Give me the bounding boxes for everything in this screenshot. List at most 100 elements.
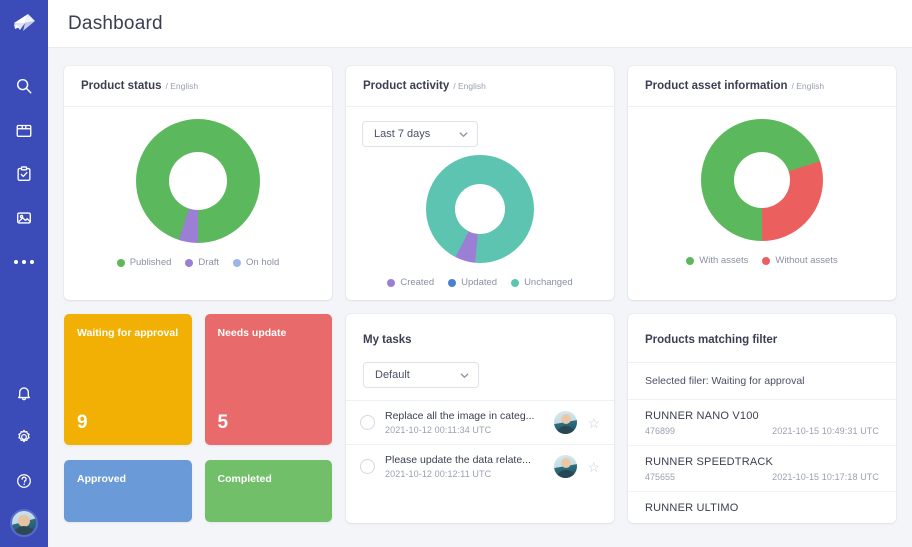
chart-legend: Published Draft On hold bbox=[76, 257, 320, 268]
legend-label: Draft bbox=[198, 257, 220, 268]
sidebar-item-help[interactable] bbox=[0, 459, 48, 503]
box-icon bbox=[16, 124, 32, 137]
tile-label: Needs update bbox=[217, 327, 287, 339]
product-date: 2021-10-15 10:49:31 UTC bbox=[772, 426, 879, 436]
avatar-head bbox=[560, 414, 571, 424]
product-meta: 475655 2021-10-15 10:17:18 UTC bbox=[645, 472, 879, 482]
task-content: Replace all the image in categ... 2021-1… bbox=[385, 410, 544, 435]
card-language-label: / English bbox=[791, 81, 825, 91]
card-title: Product asset information bbox=[645, 80, 788, 92]
tile-label: Waiting for approval bbox=[77, 327, 179, 339]
image-icon bbox=[17, 212, 31, 224]
legend-item-with-assets: With assets bbox=[686, 255, 748, 266]
product-id: 476899 bbox=[645, 426, 676, 436]
page-title: Dashboard bbox=[68, 12, 163, 34]
second-row: Waiting for approval 9 Needs update 5 Ap… bbox=[64, 314, 896, 523]
task-date: 2021-10-12 00:11:34 UTC bbox=[385, 425, 492, 435]
task-checkbox[interactable] bbox=[360, 415, 375, 430]
sidebar-item-tasks[interactable] bbox=[0, 152, 48, 196]
legend-item-draft: Draft bbox=[185, 257, 219, 268]
legend-color-swatch bbox=[387, 278, 396, 287]
donut-chart-product-assets bbox=[640, 119, 884, 241]
star-outline-icon[interactable]: ☆ bbox=[587, 416, 600, 430]
legend-item-without-assets: Without assets bbox=[762, 255, 838, 266]
product-name: RUNNER ULTIMO bbox=[645, 502, 739, 514]
sidebar-item-notifications[interactable] bbox=[0, 371, 48, 415]
product-name: RUNNER NANO V100 bbox=[645, 410, 759, 422]
date-range-value: Last 7 days bbox=[374, 128, 431, 140]
sidebar-item-search[interactable] bbox=[0, 64, 48, 108]
sidebar bbox=[0, 0, 48, 547]
product-row[interactable]: RUNNER SPEEDTRACK 475655 2021-10-15 10:1… bbox=[628, 446, 896, 492]
card-body: Last 7 days Created Updated Unchanged bbox=[346, 107, 614, 300]
task-assignee-avatar bbox=[554, 455, 578, 478]
sidebar-item-assets[interactable] bbox=[0, 196, 48, 240]
legend-label: Updated bbox=[461, 277, 498, 288]
tasks-sort-select[interactable]: Default bbox=[363, 362, 479, 388]
selected-filter-text: Selected filer: Waiting for approval bbox=[628, 363, 896, 400]
help-circle-icon bbox=[17, 474, 31, 488]
charts-row: Product status / English Published Draft… bbox=[64, 66, 896, 300]
tile-completed[interactable]: Completed bbox=[204, 459, 332, 522]
card-language-label: / English bbox=[165, 81, 199, 91]
legend-label: Created bbox=[400, 277, 435, 288]
donut-ring bbox=[136, 119, 260, 243]
product-row[interactable]: RUNNER ULTIMO bbox=[628, 492, 896, 523]
card-header: Products matching filter bbox=[628, 314, 896, 363]
product-row[interactable]: RUNNER NANO V100 476899 2021-10-15 10:49… bbox=[628, 400, 896, 446]
card-title: My tasks bbox=[363, 334, 412, 346]
task-content: Please update the data relate... 2021-10… bbox=[385, 454, 544, 479]
sidebar-item-more[interactable] bbox=[0, 240, 48, 284]
tile-needs-update[interactable]: Needs update 5 bbox=[204, 314, 332, 445]
donut-ring bbox=[701, 119, 823, 241]
avatar-body bbox=[13, 526, 35, 535]
chart-legend: With assets Without assets bbox=[640, 255, 884, 266]
sidebar-item-products[interactable] bbox=[0, 108, 48, 152]
legend-color-swatch bbox=[448, 278, 457, 287]
avatar-body bbox=[556, 426, 576, 434]
legend-item-created: Created bbox=[387, 277, 434, 288]
legend-item-unchanged: Unchanged bbox=[511, 277, 573, 288]
task-row[interactable]: Please update the data relate... 2021-10… bbox=[346, 444, 614, 488]
legend-item-published: Published bbox=[116, 257, 171, 268]
legend-color-swatch bbox=[686, 256, 695, 265]
star-outline-icon[interactable]: ☆ bbox=[587, 460, 600, 474]
card-product-status: Product status / English Published Draft… bbox=[64, 66, 332, 300]
card-title: Product activity bbox=[363, 80, 450, 92]
legend-color-swatch bbox=[185, 258, 194, 267]
legend-item-updated: Updated bbox=[448, 277, 497, 288]
legend-color-swatch bbox=[233, 258, 242, 267]
donut-ring bbox=[426, 155, 534, 263]
task-title: Replace all the image in categ... bbox=[385, 410, 535, 422]
avatar-body bbox=[556, 470, 576, 478]
task-checkbox[interactable] bbox=[360, 459, 375, 474]
tile-waiting-for-approval[interactable]: Waiting for approval 9 bbox=[64, 314, 192, 445]
task-date: 2021-10-12 00:12:11 UTC bbox=[385, 469, 492, 479]
avatar[interactable] bbox=[10, 509, 38, 537]
tasks-sort-value: Default bbox=[375, 369, 410, 381]
date-range-select[interactable]: Last 7 days bbox=[362, 121, 478, 147]
tile-value: 5 bbox=[217, 412, 229, 433]
card-title: Products matching filter bbox=[645, 334, 778, 346]
card-body: Published Draft On hold bbox=[64, 107, 332, 280]
legend-label: On hold bbox=[246, 257, 280, 268]
sidebar-bottom-nav bbox=[0, 371, 48, 547]
sidebar-item-settings[interactable] bbox=[0, 415, 48, 459]
tile-label: Approved bbox=[77, 472, 127, 485]
gear-icon bbox=[18, 429, 30, 443]
app-logo[interactable] bbox=[0, 0, 48, 48]
legend-item-on-hold: On hold bbox=[233, 257, 279, 268]
card-header: Product asset information / English bbox=[628, 66, 896, 107]
main-area: Dashboard Product status / English Publi… bbox=[48, 0, 912, 547]
task-assignee-avatar bbox=[554, 411, 578, 434]
product-meta: 476899 2021-10-15 10:49:31 UTC bbox=[645, 426, 879, 436]
tile-approved[interactable]: Approved bbox=[64, 459, 192, 522]
card-products-matching-filter: Products matching filter Selected filer:… bbox=[628, 314, 896, 523]
origami-logo-icon bbox=[14, 14, 35, 31]
task-row[interactable]: Replace all the image in categ... 2021-1… bbox=[346, 400, 614, 444]
tasks-controls: Default bbox=[346, 362, 614, 400]
card-body: With assets Without assets bbox=[628, 107, 896, 278]
product-id: 475655 bbox=[645, 472, 676, 482]
card-language-label: / English bbox=[453, 81, 486, 91]
task-title: Please update the data relate... bbox=[385, 454, 531, 466]
